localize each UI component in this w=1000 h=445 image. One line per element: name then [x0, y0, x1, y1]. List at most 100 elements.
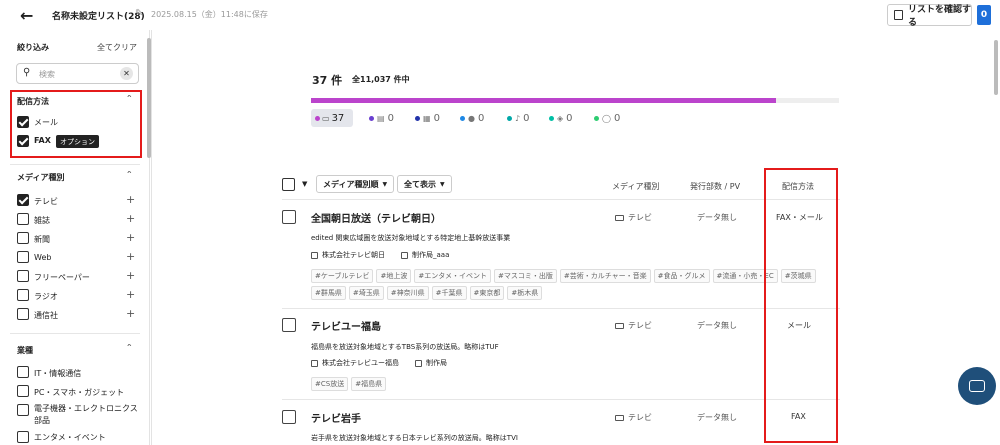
tag[interactable]: #CS放送: [311, 377, 349, 391]
tag[interactable]: #東京都: [469, 286, 505, 300]
tag[interactable]: #食品・グルメ: [653, 269, 710, 283]
media-item-label: ラジオ: [34, 292, 58, 301]
row-checkbox[interactable]: [282, 210, 296, 224]
media-stat-newspaper[interactable]: ▦ 0: [415, 113, 440, 124]
checkbox-media-freepaper[interactable]: [17, 270, 29, 282]
status-dot: [460, 116, 465, 121]
tag[interactable]: #福島県: [351, 377, 387, 391]
media-stat-tv[interactable]: ▭ 37: [311, 109, 353, 127]
plus-icon[interactable]: +: [126, 250, 135, 263]
plus-icon[interactable]: +: [126, 193, 135, 206]
checkbox-media-web[interactable]: [17, 251, 29, 263]
media-stat-freepaper[interactable]: ◯ 0: [594, 113, 620, 124]
industry-item-label: エンタメ・イベント: [34, 433, 106, 442]
plus-icon[interactable]: +: [126, 269, 135, 282]
clear-all-link[interactable]: 全てクリア: [97, 42, 137, 53]
agency-icon: ◈: [557, 114, 564, 123]
media-stat-radio[interactable]: ♪ 0: [507, 113, 529, 124]
search-icon: ⚲: [23, 67, 31, 78]
row-checkbox[interactable]: [282, 410, 296, 424]
checkbox-industry[interactable]: [17, 366, 29, 378]
sort-label: メディア種別順: [323, 179, 379, 189]
media-item-label: 通信社: [34, 311, 58, 320]
magazine-icon: ▤: [377, 114, 385, 123]
media-stat-value: 0: [566, 113, 573, 124]
chat-icon: [969, 380, 985, 392]
caret-down-icon[interactable]: ▼: [302, 180, 307, 188]
company-icon: [311, 251, 318, 259]
top-bar: ← 名称未設定リスト(28) ✎ 2025.08.15（金）11:48に保存 リ…: [0, 0, 1000, 30]
search-input[interactable]: ⚲ 検索 ✕: [16, 63, 139, 84]
filter-title: 絞り込み: [17, 43, 49, 52]
row-checkbox[interactable]: [282, 318, 296, 332]
media-stat-magazine[interactable]: ▤ 0: [369, 113, 394, 124]
chat-button[interactable]: [958, 367, 996, 405]
sidebar-scrollbar[interactable]: [147, 38, 151, 158]
tag[interactable]: #栃木県: [507, 286, 543, 300]
row-name[interactable]: テレビユー福島: [311, 318, 381, 333]
chevron-up-icon[interactable]: ˄: [126, 171, 132, 181]
list-icon: [894, 10, 903, 20]
select-all-checkbox[interactable]: [282, 178, 295, 191]
plus-icon[interactable]: +: [126, 231, 135, 244]
plus-icon[interactable]: +: [126, 307, 135, 320]
chevron-down-icon: ▼: [382, 180, 388, 188]
row-media-label: テレビ: [628, 213, 652, 222]
checkbox-media-tv[interactable]: [17, 194, 29, 206]
row-divider: [282, 399, 840, 400]
media-item-label: Web: [34, 253, 52, 262]
checkbox-media-magazine[interactable]: [17, 213, 29, 225]
list-title[interactable]: 名称未設定リスト(28): [52, 9, 145, 22]
row-name[interactable]: 全国朝日放送（テレビ朝日）: [311, 210, 441, 225]
tag[interactable]: #ケーブルテレビ: [311, 269, 374, 283]
clear-search-icon[interactable]: ✕: [120, 67, 133, 80]
display-filter-select[interactable]: 全て表示 ▼: [397, 175, 452, 193]
media-stat-agency[interactable]: ◈ 0: [549, 113, 573, 124]
media-item-label: 雑誌: [34, 216, 50, 225]
sort-select[interactable]: メディア種別順 ▼: [316, 175, 395, 193]
row-name[interactable]: テレビ岩手: [311, 410, 361, 425]
tag[interactable]: #芸術・カルチャー・音楽: [559, 269, 651, 283]
checkbox-media-newspaper[interactable]: [17, 232, 29, 244]
web-icon: ●: [468, 114, 475, 123]
plus-icon[interactable]: +: [126, 212, 135, 225]
row-circulation: データ無し: [697, 321, 737, 330]
row-divider: [282, 308, 840, 309]
tag[interactable]: #神奈川県: [386, 286, 429, 300]
confirm-list-label: リストを確認する: [908, 5, 972, 28]
tag[interactable]: #マスコミ・出版: [493, 269, 557, 283]
divider: [10, 164, 140, 165]
divider: [10, 333, 140, 334]
pencil-icon[interactable]: ✎: [135, 8, 143, 19]
tag[interactable]: #千葉県: [431, 286, 467, 300]
media-item-label: テレビ: [34, 197, 58, 206]
company-icon: [311, 359, 318, 367]
checkbox-media-agency[interactable]: [17, 308, 29, 320]
department-icon: [415, 359, 422, 367]
page-scrollbar[interactable]: [994, 40, 998, 95]
tv-icon: ▭: [322, 113, 330, 123]
progress-bar: [311, 98, 839, 103]
plus-icon[interactable]: +: [126, 288, 135, 301]
confirm-list-button[interactable]: リストを確認する: [887, 4, 972, 28]
checkbox-industry[interactable]: [17, 404, 29, 416]
arrow-left-icon[interactable]: ←: [20, 6, 33, 25]
row-description: edited 関東広域圏を放送対象地域とする特定地上基幹放送事業: [311, 234, 511, 242]
media-stat-value: 37: [331, 112, 345, 124]
tag[interactable]: #埼玉県: [348, 286, 384, 300]
saved-timestamp: 2025.08.15（金）11:48に保存: [151, 10, 268, 19]
col-circulation-header: 発行部数 / PV: [690, 182, 741, 191]
tag[interactable]: #地上波: [376, 269, 412, 283]
status-dot: [369, 116, 374, 121]
checkbox-industry[interactable]: [17, 431, 29, 443]
status-dot: [549, 116, 554, 121]
checkbox-media-radio[interactable]: [17, 289, 29, 301]
industry-item-label: 電子機器・エレクトロニクス部品: [34, 404, 138, 425]
highlight-delivery-filter: [10, 90, 142, 158]
checkbox-industry[interactable]: [17, 385, 29, 397]
status-dot: [594, 116, 599, 121]
chevron-up-icon[interactable]: ˄: [126, 344, 132, 354]
media-stat-web[interactable]: ● 0: [460, 113, 484, 124]
tag[interactable]: #群馬県: [311, 286, 346, 300]
tag[interactable]: #エンタメ・イベント: [414, 269, 491, 283]
